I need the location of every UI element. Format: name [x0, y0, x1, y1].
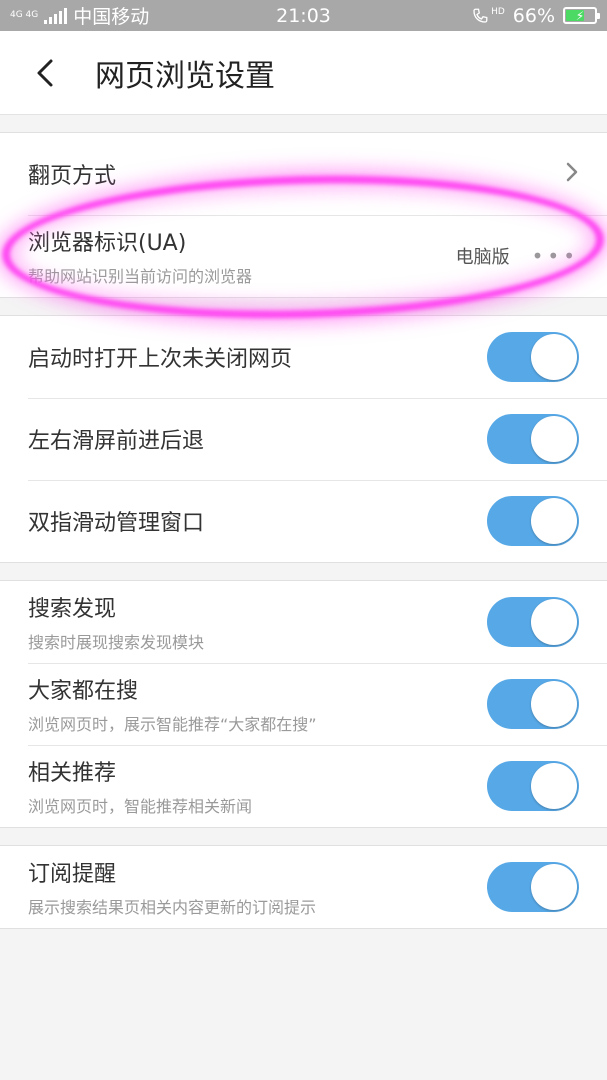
setting-row-subscription-reminder: 订阅提醒 展示搜索结果页相关内容更新的订阅提示 — [0, 846, 607, 928]
setting-title: 双指滑动管理窗口 — [28, 511, 205, 536]
setting-row-trending-searches: 大家都在搜 浏览网页时，展示智能推荐“大家都在搜” — [0, 663, 607, 745]
setting-row-user-agent[interactable]: 浏览器标识(UA) 帮助网站识别当前访问的浏览器 电脑版 ••• — [0, 215, 607, 297]
chevron-left-icon — [37, 59, 53, 86]
charging-bolt-icon: ⚡ — [575, 8, 585, 23]
setting-text: 启动时打开上次未关闭网页 — [28, 341, 487, 373]
setting-title: 订阅提醒 — [28, 862, 117, 887]
setting-text: 左右滑屏前进后退 — [28, 423, 487, 455]
setting-row-related-news: 相关推荐 浏览网页时，智能推荐相关新闻 — [0, 745, 607, 827]
toggle-switch[interactable] — [487, 332, 579, 382]
toggle-switch[interactable] — [487, 761, 579, 811]
setting-text: 双指滑动管理窗口 — [28, 505, 487, 537]
setting-subtitle: 展示搜索结果页相关内容更新的订阅提示 — [28, 898, 317, 917]
toggle-knob — [531, 763, 577, 809]
toggle-switch[interactable] — [487, 597, 579, 647]
carrier-name: 中国移动 — [73, 6, 150, 28]
setting-text: 订阅提醒 展示搜索结果页相关内容更新的订阅提示 — [28, 856, 487, 918]
status-left: 4G 4G 中国移动 — [10, 2, 149, 29]
back-button[interactable] — [0, 31, 90, 115]
toggle-knob — [531, 681, 577, 727]
settings-group-gestures: 启动时打开上次未关闭网页 左右滑屏前进后退 双指滑动管理窗口 — [0, 315, 607, 563]
setting-row-restore-tabs: 启动时打开上次未关闭网页 — [0, 316, 607, 398]
chevron-right-icon — [565, 161, 579, 187]
setting-text: 搜索发现 搜索时展现搜索发现模块 — [28, 591, 487, 653]
toggle-knob — [531, 498, 577, 544]
toggle-switch[interactable] — [487, 496, 579, 546]
setting-title: 翻页方式 — [28, 164, 117, 189]
setting-title: 大家都在搜 — [28, 679, 139, 704]
battery-icon: ⚡ — [563, 7, 600, 24]
setting-subtitle: 浏览网页时，智能推荐相关新闻 — [28, 797, 253, 816]
page-title: 网页浏览设置 — [95, 58, 275, 94]
battery-percent: 66% — [512, 4, 555, 27]
setting-title: 相关推荐 — [28, 761, 117, 786]
toggle-switch[interactable] — [487, 414, 579, 464]
settings-group-subscription: 订阅提醒 展示搜索结果页相关内容更新的订阅提示 — [0, 845, 607, 929]
toggle-switch[interactable] — [487, 679, 579, 729]
setting-subtitle: 搜索时展现搜索发现模块 — [28, 633, 205, 652]
toggle-knob — [531, 864, 577, 910]
setting-row-search-discover: 搜索发现 搜索时展现搜索发现模块 — [0, 581, 607, 663]
hd-call-icon: HD — [471, 7, 505, 25]
toggle-knob — [531, 599, 577, 645]
user-agent-value: 电脑版 — [455, 247, 510, 268]
setting-subtitle: 帮助网站识别当前访问的浏览器 — [28, 267, 253, 286]
setting-text: 翻页方式 — [28, 158, 565, 190]
status-right: HD 66% ⚡ — [471, 4, 600, 27]
app-header: 网页浏览设置 — [0, 31, 607, 115]
setting-row-two-finger-windows: 双指滑动管理窗口 — [0, 480, 607, 562]
settings-group-browse-mode: 翻页方式 浏览器标识(UA) 帮助网站识别当前访问的浏览器 电脑版 ••• — [0, 132, 607, 298]
settings-group-recommendations: 搜索发现 搜索时展现搜索发现模块 大家都在搜 浏览网页时，展示智能推荐“大家都在… — [0, 580, 607, 828]
setting-text: 大家都在搜 浏览网页时，展示智能推荐“大家都在搜” — [28, 673, 487, 735]
status-bar: 4G 4G 中国移动 21:03 HD 66% ⚡ — [0, 0, 607, 31]
setting-subtitle: 浏览网页时，展示智能推荐“大家都在搜” — [28, 715, 317, 734]
network-type-label: 4G 4G — [10, 10, 39, 20]
setting-text: 相关推荐 浏览网页时，智能推荐相关新闻 — [28, 755, 487, 817]
setting-row-page-turn[interactable]: 翻页方式 — [0, 133, 607, 215]
more-dots-icon[interactable]: ••• — [532, 244, 579, 268]
setting-title: 左右滑屏前进后退 — [28, 429, 205, 454]
setting-text: 浏览器标识(UA) 帮助网站识别当前访问的浏览器 — [28, 225, 456, 287]
setting-row-swipe-navigation: 左右滑屏前进后退 — [0, 398, 607, 480]
setting-title: 搜索发现 — [28, 597, 117, 622]
toggle-knob — [531, 416, 577, 462]
setting-title: 浏览器标识(UA) — [28, 231, 187, 256]
toggle-switch[interactable] — [487, 862, 579, 912]
toggle-knob — [531, 334, 577, 380]
setting-title: 启动时打开上次未关闭网页 — [28, 347, 293, 372]
signal-icon — [44, 7, 68, 24]
hd-label: HD — [491, 6, 505, 17]
